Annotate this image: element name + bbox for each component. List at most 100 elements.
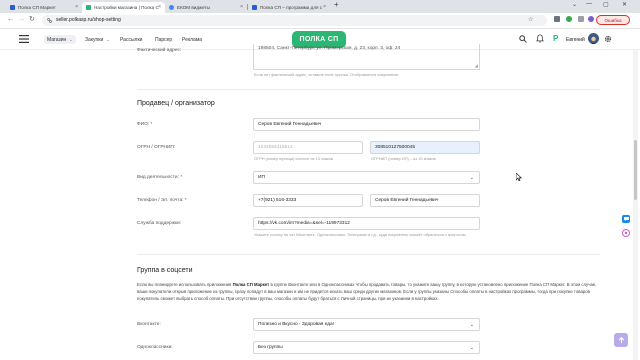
contact-label: Телефон / Эл. почта: *: [137, 198, 187, 203]
tab-title: Полка СП – программа для с: [260, 5, 323, 10]
site-favicon-icon: [252, 5, 257, 10]
browser-tab[interactable]: ЕКОМ виджеты ×: [165, 2, 247, 13]
section-divider: [137, 89, 600, 90]
nav-item-purchases[interactable]: Закупки ⌄: [82, 35, 113, 44]
activity-value: ИП: [258, 175, 265, 180]
extension-icon[interactable]: [566, 16, 572, 22]
ok-group-value: Без группы: [258, 345, 283, 350]
activity-label: Вид деятельности: *: [137, 175, 183, 180]
bell-icon[interactable]: [536, 34, 544, 43]
forward-arrow-icon[interactable]: →: [18, 16, 25, 24]
hamburger-menu-icon[interactable]: [19, 35, 29, 43]
vk-label: Вконтакте:: [137, 322, 161, 327]
new-tab-button[interactable]: +: [334, 0, 339, 9]
browser-tab-active[interactable]: Настройки магазина | Полка С ×: [82, 2, 165, 13]
chevron-down-icon: ⌄: [69, 37, 73, 42]
tab-title: Полка СП Маркет: [18, 5, 56, 10]
social-section-heading: Группа в соцсети: [137, 267, 193, 274]
p-badge-icon[interactable]: P: [553, 34, 558, 43]
url-field[interactable]: seller.polkasp.ru/shop-setting ☆: [42, 15, 547, 26]
mouse-cursor-icon: [516, 173, 522, 181]
address-textarea[interactable]: 198504, Санкт-Петербург, ул. Примерская,…: [253, 44, 480, 70]
extensions-puzzle-icon[interactable]: [578, 16, 584, 22]
vk-group-value: Полезно и Вкусно - Здоровая еда!: [258, 322, 335, 327]
nav-item-ads[interactable]: Реклама: [179, 35, 205, 44]
app-name-bold: Полка СП Маркет: [232, 282, 270, 287]
bookmark-star-icon[interactable]: ☆: [528, 16, 533, 23]
maximize-button[interactable]: ▢: [603, 1, 609, 8]
nav-item-label: Парсер: [155, 36, 173, 43]
fio-label: ФИО: *: [137, 122, 153, 127]
extension-icon[interactable]: [554, 16, 560, 22]
activity-select[interactable]: ИП ⌄: [253, 171, 480, 184]
ogrn-hint: ОГРН (номер юрлица) состоит из 13 знаков: [254, 156, 334, 161]
user-avatar[interactable]: [588, 33, 599, 44]
address-hint: Если нет фактический адрес, оставьте пол…: [254, 72, 399, 77]
address-label: Фактический адрес:: [137, 48, 182, 53]
user-name[interactable]: Евгений: [566, 37, 585, 43]
nav-item-shop[interactable]: Магазин ⌄: [44, 35, 76, 44]
tab-close-icon[interactable]: ×: [240, 4, 243, 10]
nav-item-mailings[interactable]: Рассылки: [117, 35, 145, 44]
support-hint: Укажите ссылку на чат ВКонтакте, Однокла…: [254, 232, 466, 237]
nav-item-label: Реклама: [182, 36, 203, 43]
tab-title: Настройки магазина | Полка С: [94, 5, 159, 10]
phone-value: +7(921) 516-3333: [258, 198, 297, 203]
scroll-to-top-button[interactable]: [614, 333, 628, 347]
url-text: seller.polkasp.ru/shop-setting: [56, 17, 121, 23]
phone-input[interactable]: +7(921) 516-3333: [253, 194, 363, 207]
tab-close-icon[interactable]: ×: [323, 4, 326, 10]
browser-error-button[interactable]: Ошибка: [596, 15, 630, 25]
browser-tab[interactable]: Полка СП – программа для с ×: [248, 2, 330, 13]
social-text-part: Если вы планируете использовать приложен…: [137, 282, 233, 287]
minimize-button[interactable]: —: [586, 1, 592, 7]
support-value: https://vk.com/im?media=&sel=-119973312: [258, 221, 350, 226]
chat-widget-icon[interactable]: [622, 215, 630, 223]
ogrnip-hint: ОГРНИП (номер ИП) – из 15 знаков: [371, 156, 436, 161]
back-arrow-icon[interactable]: ←: [7, 16, 14, 24]
browser-tab[interactable]: Полка СП Маркет ×: [6, 2, 82, 13]
help-widget-icon[interactable]: [622, 229, 630, 237]
reload-icon[interactable]: ↻: [29, 16, 35, 24]
site-favicon-icon: [10, 5, 15, 10]
nav-item-label: Магазин: [47, 36, 67, 43]
tab-close-icon[interactable]: ×: [158, 4, 161, 10]
nav-item-parser[interactable]: Парсер: [152, 35, 175, 44]
fio-value: Серов Евгений Геннадьевич: [258, 122, 322, 127]
ogrn-placeholder: 1231554415614: [258, 145, 293, 150]
browser-tab-strip: Полка СП Маркет × Настройки магазина | П…: [0, 0, 640, 13]
support-label: Служба поддержки:: [137, 221, 182, 226]
close-window-button[interactable]: ✕: [622, 1, 627, 8]
nav-item-label: Рассылки: [120, 36, 143, 43]
scrollbar-thumb[interactable]: [634, 140, 637, 200]
vk-group-select[interactable]: Полезно и Вкусно - Здоровая еда! ⌄: [253, 318, 480, 331]
support-input[interactable]: https://vk.com/im?media=&sel=-119973312: [253, 217, 480, 230]
site-favicon-icon: [86, 5, 91, 10]
profile-avatar-icon[interactable]: [588, 16, 594, 22]
ogrn-input[interactable]: 1231554415614: [253, 141, 363, 154]
tab-search-icon[interactable]: ⌄: [572, 1, 577, 8]
chevron-down-icon: ⌄: [469, 345, 474, 351]
social-description: Если вы планируете использовать приложен…: [137, 281, 600, 302]
seller-section-heading: Продавец / организатор: [137, 100, 215, 107]
resize-handle-icon[interactable]: ◢: [475, 63, 478, 68]
page-scrollbar[interactable]: [633, 50, 638, 360]
chevron-down-icon: ⌄: [469, 175, 474, 181]
browser-address-bar: ← → ↻ seller.polkasp.ru/shop-setting ☆ О…: [0, 13, 640, 29]
chevron-down-icon: ⌄: [469, 322, 474, 328]
site-info-icon[interactable]: [47, 18, 52, 23]
contact-name-input[interactable]: Серов Евгений Геннадьевич: [370, 194, 480, 207]
tab-close-icon[interactable]: ×: [75, 4, 78, 10]
search-icon[interactable]: [519, 35, 527, 43]
ogrnip-input[interactable]: 308510127500045: [370, 141, 480, 154]
ogrnip-value: 308510127500045: [375, 145, 416, 150]
address-value: 198504, Санкт-Петербург, ул. Примерская,…: [258, 46, 401, 51]
arrow-up-icon: [618, 336, 624, 343]
fio-input[interactable]: Серов Евгений Геннадьевич: [253, 118, 480, 131]
gear-icon[interactable]: [604, 35, 612, 43]
tab-title: ЕКОМ виджеты: [177, 5, 210, 10]
section-divider: [137, 254, 600, 255]
ok-group-select[interactable]: Без группы ⌄: [253, 341, 480, 354]
chevron-down-icon: ⌄: [106, 37, 110, 42]
ogrn-label: ОГРН / ОГРНИП:: [137, 145, 176, 150]
